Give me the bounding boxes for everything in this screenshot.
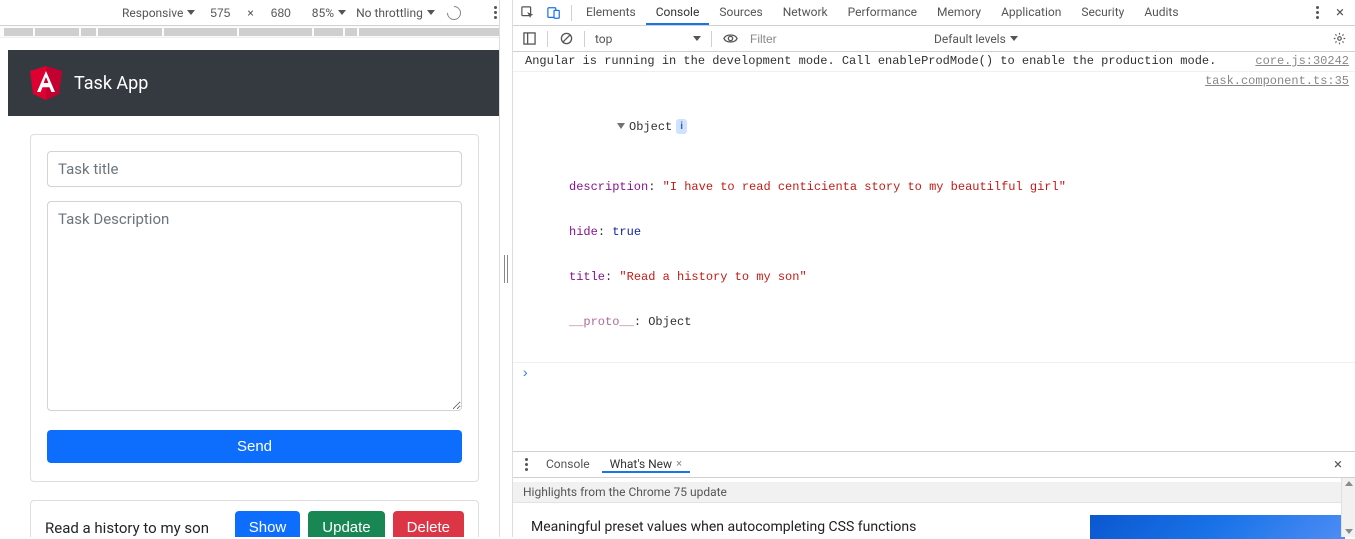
scroll-down-icon[interactable] [1345, 529, 1353, 534]
drawer-tab-console[interactable]: Console [538, 457, 598, 473]
log-object: Objecti description: "I have to read cen… [525, 74, 1193, 360]
prop-key: description [569, 180, 648, 194]
prop-value: "Read a history to my son" [619, 270, 806, 284]
angular-app: Task App Send Read a history to my son S… [8, 50, 501, 537]
task-row: Read a history to my son Show Update Del… [30, 500, 479, 537]
throttling-dropdown[interactable]: No throttling [356, 6, 435, 20]
send-button[interactable]: Send [47, 430, 462, 463]
log-message: Angular is running in the development mo… [525, 54, 1243, 69]
pane-splitter[interactable] [499, 0, 513, 537]
device-toolbar: Responsive × 85% No throttling [0, 0, 509, 26]
drawer-tab-label: What's New [610, 457, 672, 471]
angular-logo-icon [30, 66, 62, 100]
log-levels-label: Default levels [934, 32, 1006, 46]
console-toolbar: top Default levels [513, 26, 1355, 52]
tab-sources[interactable]: Sources [709, 0, 772, 25]
prop-value: true [612, 225, 641, 239]
inspect-element-icon[interactable] [515, 0, 541, 26]
task-title-input[interactable] [47, 151, 462, 187]
whats-new-subtitle: Highlights from the Chrome 75 update [513, 482, 1355, 503]
console-filter-input[interactable] [748, 31, 918, 47]
object-label: Object [629, 120, 672, 134]
drawer-body: Highlights from the Chrome 75 update Mea… [513, 478, 1355, 539]
tab-security[interactable]: Security [1071, 0, 1134, 25]
prop-value: "I have to read centicienta story to my … [663, 180, 1066, 194]
emulated-viewport: Task App Send Read a history to my son S… [8, 50, 501, 537]
execution-context-dropdown[interactable]: top [593, 32, 703, 46]
throttling-label: No throttling [356, 6, 423, 20]
prop-key: title [569, 270, 605, 284]
tab-audits[interactable]: Audits [1134, 0, 1188, 25]
scroll-up-icon[interactable] [1345, 481, 1353, 486]
app-title: Task App [74, 73, 148, 94]
disclosure-triangle-icon[interactable] [617, 123, 625, 129]
drawer-scrollbar[interactable] [1341, 478, 1355, 537]
whats-new-thumbnail [1090, 515, 1345, 539]
responsive-ruler[interactable] [0, 26, 509, 38]
console-sidebar-toggle-icon[interactable] [519, 29, 539, 49]
log-levels-dropdown[interactable]: Default levels [934, 32, 1018, 46]
zoom-label: 85% [312, 6, 334, 20]
log-source-link[interactable]: core.js:30242 [1255, 54, 1349, 69]
task-row-title: Read a history to my son [45, 519, 227, 537]
whats-new-item[interactable]: Meaningful preset values when autocomple… [513, 503, 1355, 539]
task-description-input[interactable] [47, 201, 462, 411]
devtools-main-toolbar: Elements Console Sources Network Perform… [513, 0, 1355, 26]
zoom-dropdown[interactable]: 85% [312, 6, 346, 20]
tab-performance[interactable]: Performance [838, 0, 927, 25]
drawer-tabs: Console What's New × × [513, 452, 1355, 478]
app-header: Task App [8, 50, 501, 116]
console-prompt[interactable] [513, 363, 1355, 385]
viewport-width-input[interactable] [201, 5, 239, 21]
devtools-tabs: Elements Console Sources Network Perform… [576, 0, 1189, 25]
prop-key: __proto__ [569, 315, 634, 329]
prop-key: hide [569, 225, 598, 239]
device-mode-dropdown[interactable]: Responsive [122, 6, 195, 20]
delete-button[interactable]: Delete [393, 511, 464, 537]
viewport-height-input[interactable] [262, 5, 300, 21]
whats-new-headline: Meaningful preset values when autocomple… [531, 519, 1076, 535]
update-button[interactable]: Update [308, 511, 384, 537]
live-expression-icon[interactable] [720, 29, 740, 49]
dimension-separator: × [247, 6, 253, 20]
console-output[interactable]: Angular is running in the development mo… [513, 52, 1355, 452]
tab-elements[interactable]: Elements [576, 0, 646, 25]
drawer-tab-whats-new[interactable]: What's New × [602, 457, 690, 473]
device-mode-label: Responsive [122, 6, 183, 20]
console-settings-icon[interactable] [1329, 29, 1349, 49]
devtools-pane: Elements Console Sources Network Perform… [513, 0, 1355, 537]
devtools-close-icon[interactable]: × [1329, 5, 1351, 20]
tab-application[interactable]: Application [991, 0, 1071, 25]
log-entry: Objecti description: "I have to read cen… [513, 72, 1355, 362]
toggle-device-icon[interactable] [541, 0, 567, 26]
log-entry: Angular is running in the development mo… [513, 52, 1355, 72]
task-form-card: Send [30, 134, 479, 482]
devtools-drawer: Console What's New × × Highlights from t… [513, 452, 1355, 537]
clear-console-icon[interactable] [556, 29, 576, 49]
rotate-icon[interactable] [444, 3, 464, 23]
tab-memory[interactable]: Memory [927, 0, 991, 25]
info-badge-icon[interactable]: i [676, 119, 687, 134]
device-emulator-pane: Responsive × 85% No throttling [0, 0, 509, 537]
tab-network[interactable]: Network [773, 0, 838, 25]
show-button[interactable]: Show [235, 511, 301, 537]
devtools-menu-icon[interactable] [1310, 2, 1325, 23]
drawer-menu-icon[interactable] [519, 454, 534, 475]
tab-close-icon[interactable]: × [676, 457, 682, 470]
task-row-actions: Show Update Delete [235, 511, 464, 537]
prop-value: Object [648, 315, 691, 329]
drawer-close-icon[interactable]: × [1327, 457, 1349, 472]
execution-context-label: top [595, 32, 612, 46]
log-source-link[interactable]: task.component.ts:35 [1205, 74, 1349, 360]
tab-console[interactable]: Console [646, 0, 710, 25]
